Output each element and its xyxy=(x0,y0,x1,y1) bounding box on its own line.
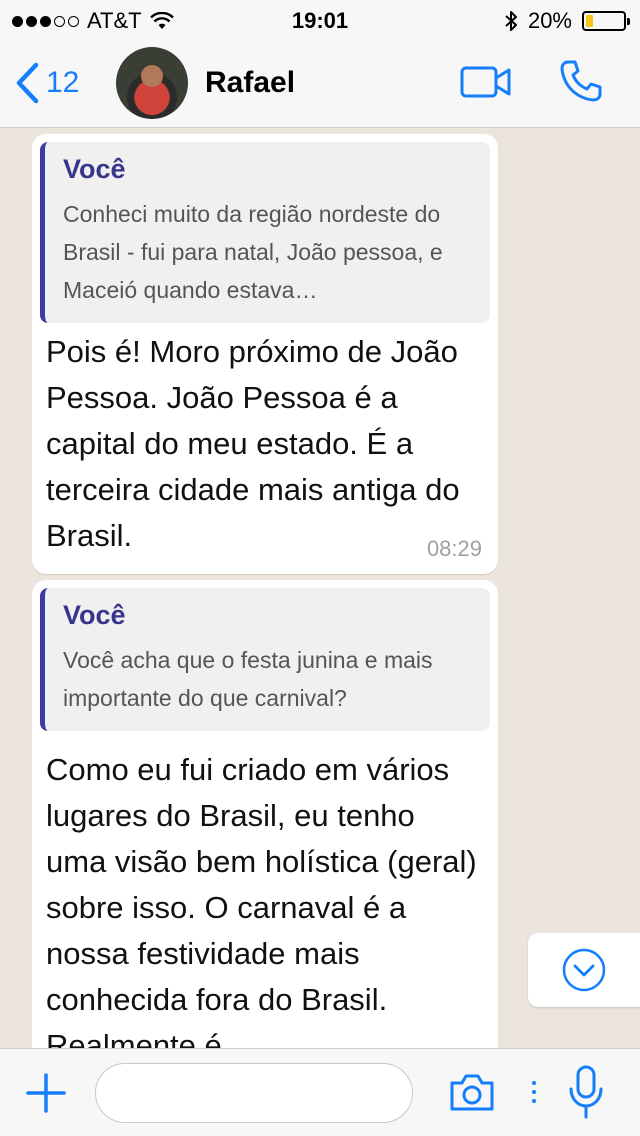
message-text: Como eu fui criado em vários lugares do … xyxy=(46,752,477,1048)
camera-icon xyxy=(450,1074,494,1111)
chat-area[interactable]: Você Conheci muito da região nordeste do… xyxy=(0,128,640,1048)
quote-text: Conheci muito da região nordeste do Bras… xyxy=(63,201,443,303)
message-time: 08:29 xyxy=(426,536,482,561)
status-right: 20% xyxy=(504,8,630,34)
attach-button[interactable] xyxy=(24,1071,68,1120)
battery-icon xyxy=(582,11,630,31)
quote-author: Você xyxy=(63,154,126,184)
microphone-icon xyxy=(569,1065,603,1119)
quoted-message[interactable]: Você Você acha que o festa junina e mais… xyxy=(40,588,490,731)
video-call-button[interactable] xyxy=(460,64,512,105)
status-bar: AT&T 19:01 20% xyxy=(0,0,640,40)
camera-button[interactable] xyxy=(448,1071,496,1118)
plus-icon xyxy=(26,1073,66,1113)
more-icon xyxy=(532,1081,536,1103)
avatar[interactable] xyxy=(116,47,188,119)
chevron-down-circle-icon xyxy=(562,948,606,992)
phone-icon xyxy=(560,60,602,102)
chevron-left-icon xyxy=(16,62,39,104)
quote-author: Você xyxy=(63,600,126,630)
contact-name[interactable]: Rafael xyxy=(205,66,295,100)
voice-call-button[interactable] xyxy=(558,58,604,109)
bluetooth-icon xyxy=(505,11,517,31)
quote-text: Você acha que o festa junina e mais impo… xyxy=(63,647,433,711)
video-call-icon xyxy=(460,66,511,98)
unread-count: 12 xyxy=(46,66,80,99)
battery-percent: 20% xyxy=(527,8,572,33)
voice-message-button[interactable] xyxy=(566,1065,606,1126)
message-text: Pois é! Moro próximo de João Pessoa. Joã… xyxy=(46,334,460,553)
back-button[interactable]: 12 xyxy=(14,62,79,104)
quoted-message[interactable]: Você Conheci muito da região nordeste do… xyxy=(40,142,490,323)
scroll-to-bottom-button[interactable] xyxy=(528,933,640,1007)
message-input[interactable] xyxy=(95,1063,413,1123)
message-bubble[interactable]: Você Você acha que o festa junina e mais… xyxy=(32,580,498,1048)
input-bar xyxy=(0,1048,640,1136)
message-bubble[interactable]: Você Conheci muito da região nordeste do… xyxy=(32,134,498,574)
chat-header: 12 Rafael xyxy=(0,40,640,128)
